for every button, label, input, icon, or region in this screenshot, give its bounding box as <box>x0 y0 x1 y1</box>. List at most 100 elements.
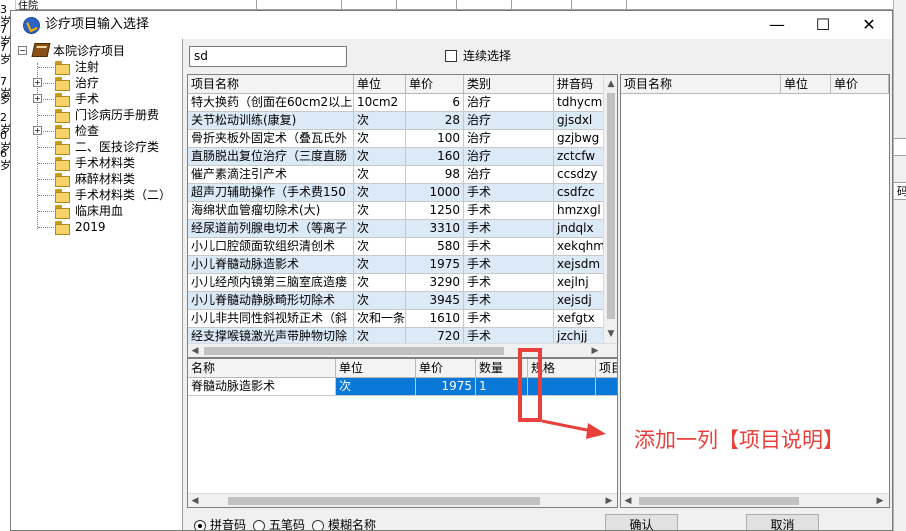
column-header[interactable]: 单价 <box>416 359 476 378</box>
table-cell[interactable]: 脊髓动脉造影术 <box>188 378 336 396</box>
table-cell[interactable]: 6 <box>406 94 464 112</box>
radio-fuzzy[interactable] <box>312 520 324 530</box>
table-cell[interactable]: gzjbwg <box>554 130 604 148</box>
table-cell[interactable]: 小儿经颅内镜第三脑室底造瘘 <box>188 274 354 292</box>
scroll-right-icon[interactable]: ▶ <box>602 494 616 507</box>
table-cell[interactable]: 次 <box>354 184 406 202</box>
table-cell[interactable]: xejsdj <box>554 292 604 310</box>
table-cell[interactable] <box>596 378 617 396</box>
table-cell[interactable]: 3290 <box>406 274 464 292</box>
expand-icon[interactable]: + <box>33 94 42 103</box>
continuous-select-checkbox[interactable] <box>445 50 457 62</box>
table-cell[interactable]: xejsdm <box>554 256 604 274</box>
table-cell[interactable]: 次 <box>354 256 406 274</box>
table-cell[interactable]: 手术 <box>464 292 554 310</box>
collapse-icon[interactable]: − <box>18 46 27 55</box>
minimize-button[interactable]: — <box>754 11 800 39</box>
expand-icon[interactable]: + <box>33 126 42 135</box>
search-input[interactable]: sd <box>189 46 347 67</box>
tree-item[interactable]: + 手术 <box>11 91 181 107</box>
maximize-button[interactable]: ☐ <box>800 11 846 39</box>
scroll-left-icon[interactable]: ◀ <box>621 494 635 507</box>
table-cell[interactable]: 次 <box>354 130 406 148</box>
table-cell[interactable]: xejlnj <box>554 274 604 292</box>
table-cell[interactable]: zctcfw <box>554 148 604 166</box>
table-cell[interactable]: 催产素滴注引产术 <box>188 166 354 184</box>
scroll-left-icon[interactable]: ◀ <box>188 344 202 357</box>
tree-item[interactable]: 手术材料类（二） <box>11 187 181 203</box>
column-header[interactable]: 单位 <box>781 75 831 94</box>
tree-item[interactable]: + 治疗 <box>11 75 181 91</box>
table-cell[interactable]: 次 <box>354 220 406 238</box>
table-cell[interactable]: 160 <box>406 148 464 166</box>
radio-pinyin[interactable] <box>194 520 206 530</box>
project-grid[interactable]: 项目名称 单位 单价 类别 拼音码 特大换药（创面在60cm2以上 10cm2 6 治疗 tdh… <box>187 74 618 358</box>
table-cell[interactable]: 次 <box>354 148 406 166</box>
table-cell[interactable]: 次 <box>354 238 406 256</box>
table-cell[interactable]: 580 <box>406 238 464 256</box>
table-cell[interactable]: 经尿道前列腺电切术（等离子 <box>188 220 354 238</box>
tree-item[interactable]: 临床用血 <box>11 203 181 219</box>
table-cell[interactable]: 98 <box>406 166 464 184</box>
table-cell[interactable]: 小儿非共同性斜视矫正术（斜 <box>188 310 354 328</box>
horizontal-scrollbar[interactable]: ◀ ▶ <box>188 343 617 357</box>
column-header[interactable]: 名称 <box>188 359 336 378</box>
table-cell[interactable]: 特大换药（创面在60cm2以上 <box>188 94 354 112</box>
table-cell[interactable]: xefgtx <box>554 310 604 328</box>
tree-item[interactable]: 二、医技诊疗类 <box>11 139 181 155</box>
category-tree[interactable]: − 本院诊疗项目 注射 + 治疗 + 手术 门诊病历手册费 + 检查 二、医技诊疗类 手术材料类麻… <box>11 39 183 530</box>
table-cell[interactable]: 超声刀辅助操作（手术费150 <box>188 184 354 202</box>
table-cell[interactable]: 手术 <box>464 310 554 328</box>
table-cell[interactable]: 1975 <box>416 378 476 396</box>
tree-item[interactable]: 手术材料类 <box>11 155 181 171</box>
table-cell[interactable]: ccsdzy <box>554 166 604 184</box>
cancel-button[interactable]: 取消 <box>746 514 819 530</box>
table-cell[interactable]: xekqhm <box>554 238 604 256</box>
table-cell[interactable]: gjsdxl <box>554 112 604 130</box>
column-header[interactable]: 项目 <box>596 359 617 378</box>
table-cell[interactable]: 次 <box>354 274 406 292</box>
scroll-left-icon[interactable]: ◀ <box>188 494 202 507</box>
table-cell[interactable]: 1000 <box>406 184 464 202</box>
scroll-right-icon[interactable]: ▶ <box>588 344 602 357</box>
table-cell[interactable]: 次 <box>354 112 406 130</box>
scroll-down-icon[interactable]: ▼ <box>604 327 617 341</box>
table-cell[interactable]: 海绵状血管瘤切除术(大) <box>188 202 354 220</box>
column-header[interactable]: 项目名称 <box>621 75 781 94</box>
table-cell[interactable]: 治疗 <box>464 94 554 112</box>
scroll-thumb[interactable] <box>228 497 540 505</box>
close-button[interactable]: ✕ <box>846 11 892 39</box>
table-cell[interactable]: csdfzc <box>554 184 604 202</box>
table-cell[interactable]: 1610 <box>406 310 464 328</box>
table-cell[interactable]: 手术 <box>464 202 554 220</box>
horizontal-scrollbar[interactable]: ◀ ▶ <box>188 493 617 507</box>
tree-item[interactable]: + 检查 <box>11 123 181 139</box>
table-cell[interactable]: tdhycm <box>554 94 604 112</box>
table-cell[interactable]: 小儿脊髓动静脉畸形切除术 <box>188 292 354 310</box>
column-header[interactable]: 单位 <box>354 75 406 94</box>
table-cell[interactable]: 10cm2 <box>354 94 406 112</box>
tree-item[interactable]: 2019 <box>11 219 181 235</box>
table-cell[interactable]: 手术 <box>464 256 554 274</box>
table-cell[interactable]: 小儿口腔颌面软组织清创术 <box>188 238 354 256</box>
table-cell[interactable]: 次 <box>354 292 406 310</box>
table-cell[interactable]: 直肠脱出复位治疗（三度直肠 <box>188 148 354 166</box>
column-header[interactable]: 单价 <box>406 75 464 94</box>
table-cell[interactable]: 次和一条 <box>354 310 406 328</box>
table-cell[interactable]: 治疗 <box>464 112 554 130</box>
column-header[interactable]: 类别 <box>464 75 554 94</box>
table-cell[interactable]: 关节松动训练(康复) <box>188 112 354 130</box>
table-cell[interactable]: 3945 <box>406 292 464 310</box>
scroll-thumb[interactable] <box>639 497 799 505</box>
table-cell[interactable]: 手术 <box>464 220 554 238</box>
table-cell[interactable]: hmzxgl <box>554 202 604 220</box>
table-cell[interactable]: 100 <box>406 130 464 148</box>
table-cell[interactable]: 治疗 <box>464 130 554 148</box>
table-cell[interactable]: 1975 <box>406 256 464 274</box>
title-bar[interactable]: 诊疗项目输入选择 — ☐ ✕ <box>11 11 892 39</box>
table-cell[interactable]: jndqlx <box>554 220 604 238</box>
table-cell[interactable]: 次 <box>336 378 416 396</box>
table-cell[interactable]: 治疗 <box>464 148 554 166</box>
scroll-right-icon[interactable]: ▶ <box>873 494 887 507</box>
table-cell[interactable]: 次 <box>354 202 406 220</box>
